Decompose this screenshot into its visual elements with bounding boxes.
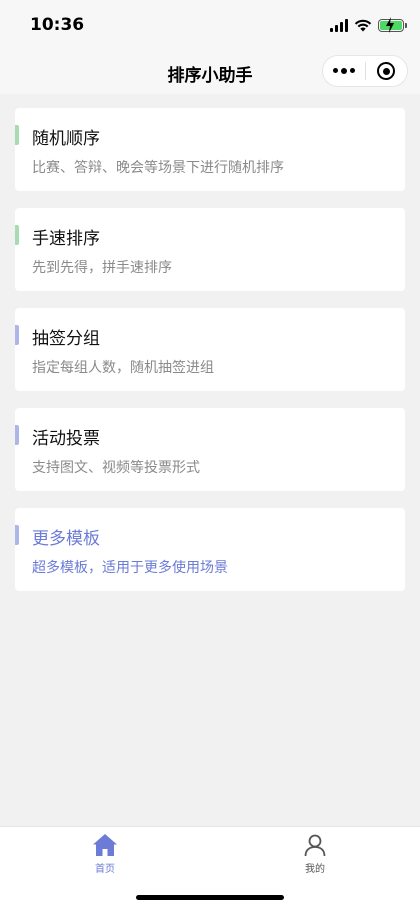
card-random-order[interactable]: 随机顺序 比赛、答辩、晚会等场景下进行随机排序: [15, 108, 405, 191]
status-time: 10:36: [30, 15, 85, 35]
more-button[interactable]: [323, 56, 365, 86]
card-more-templates[interactable]: 更多模板 超多模板，适用于更多使用场景: [15, 508, 405, 591]
home-indicator: [136, 895, 284, 900]
signal-icon: [330, 18, 348, 32]
card-title: 更多模板: [32, 529, 100, 549]
card-draw-groups[interactable]: 抽签分组 指定每组人数，随机抽签进组: [15, 308, 405, 391]
battery-charging-icon: [378, 16, 407, 33]
status-bar: 10:36: [0, 0, 420, 50]
card-title: 抽签分组: [32, 329, 100, 349]
card-event-voting[interactable]: 活动投票 支持图文、视频等投票形式: [15, 408, 405, 491]
tab-label: 我的: [305, 864, 325, 875]
mini-program-capsule: [322, 55, 408, 87]
card-accent-bar: [15, 325, 19, 345]
user-icon: [304, 834, 326, 857]
wifi-icon: [354, 19, 372, 32]
status-icons: [330, 16, 407, 34]
card-accent-bar: [15, 425, 19, 445]
card-accent-bar: [15, 125, 19, 145]
card-accent-bar: [15, 525, 19, 545]
card-description: 先到先得，拼手速排序: [32, 260, 172, 276]
card-title: 活动投票: [32, 429, 100, 449]
card-title: 随机顺序: [32, 129, 100, 149]
card-title: 手速排序: [32, 229, 100, 249]
home-icon: [93, 834, 117, 856]
tab-mine[interactable]: 我的: [275, 833, 355, 877]
nav-bar: 排序小助手: [0, 50, 420, 94]
close-button[interactable]: [366, 56, 408, 86]
card-description: 比赛、答辩、晚会等场景下进行随机排序: [32, 160, 284, 176]
more-dots-icon: [332, 68, 355, 74]
tab-label: 首页: [95, 864, 115, 875]
card-description: 超多模板，适用于更多使用场景: [32, 560, 228, 576]
card-description: 支持图文、视频等投票形式: [32, 460, 200, 476]
card-speed-ranking[interactable]: 手速排序 先到先得，拼手速排序: [15, 208, 405, 291]
tab-home[interactable]: 首页: [65, 833, 145, 877]
template-card-list: 随机顺序 比赛、答辩、晚会等场景下进行随机排序 手速排序 先到先得，拼手速排序 …: [15, 108, 405, 608]
mini-program-close-icon: [377, 62, 396, 80]
card-description: 指定每组人数，随机抽签进组: [32, 360, 214, 376]
card-accent-bar: [15, 225, 19, 245]
